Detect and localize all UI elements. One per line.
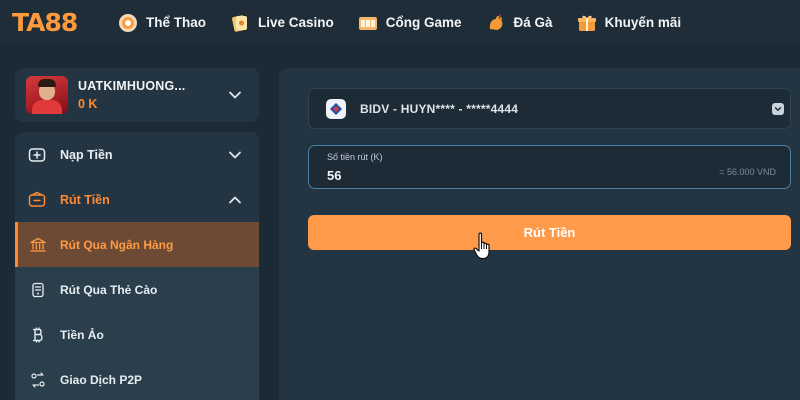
sidebar-item-label: Rút Qua Thẻ Cào xyxy=(60,282,158,297)
amount-input-value[interactable]: 56 xyxy=(327,168,341,183)
bidv-bank-logo-icon xyxy=(326,98,346,119)
sidebar-item-label: Rút Qua Ngân Hàng xyxy=(60,237,174,252)
nav-label: Khuyến mãi xyxy=(604,15,682,30)
top-navigation: TA 88 Thể Thao Live Casino Cổng Game Đá G… xyxy=(0,0,800,45)
chevron-down-icon xyxy=(229,151,241,158)
gift-icon xyxy=(577,15,596,31)
chevron-up-icon xyxy=(229,196,241,203)
user-info: UATKIMHUONG... 0 K xyxy=(78,79,228,111)
chevron-down-icon[interactable] xyxy=(228,88,242,102)
nav-item-sports[interactable]: Thể Thao xyxy=(118,13,206,33)
sidebar-item-p2p[interactable]: Giao Dịch P2P xyxy=(15,357,259,400)
sidebar-menu: Nạp Tiền Rút Tiền Rút Qua Ngân Hàng Rút … xyxy=(15,132,259,400)
sidebar-item-label: Tiền Ảo xyxy=(60,327,104,342)
logo-text: TA xyxy=(12,8,45,37)
sidebar-item-label: Giao Dịch P2P xyxy=(60,372,143,387)
nav-item-promotions[interactable]: Khuyến mãi xyxy=(577,13,682,33)
p2p-transfer-icon xyxy=(31,371,45,388)
cards-icon xyxy=(232,14,247,32)
withdraw-submenu: Rút Qua Ngân Hàng Rút Qua Thẻ Cào Tiền Ả… xyxy=(15,222,259,400)
sidebar-item-deposit[interactable]: Nạp Tiền xyxy=(15,132,259,177)
sidebar-item-bank-withdraw[interactable]: Rút Qua Ngân Hàng xyxy=(15,222,259,267)
sports-ball-icon xyxy=(119,13,137,32)
sidebar-item-crypto[interactable]: Tiền Ảo xyxy=(15,312,259,357)
nav-label: Đá Gà xyxy=(513,15,553,30)
withdraw-amount-field[interactable]: Số tiền rút (K) 56 = 56.000 VND xyxy=(308,145,791,189)
selected-bank-account: BIDV - HUYN**** - *****4444 xyxy=(360,101,519,116)
sidebar-item-label: Rút Tiền xyxy=(60,192,110,207)
nav-item-cockfight[interactable]: Đá Gà xyxy=(486,13,553,33)
amount-label: Số tiền rút (K) xyxy=(327,152,383,162)
user-card[interactable]: UATKIMHUONG... 0 K xyxy=(15,68,259,122)
withdraw-button[interactable]: Rút Tiền xyxy=(308,215,791,250)
logo-number: 88 xyxy=(44,8,78,37)
slot-machine-icon xyxy=(358,16,377,30)
nav-label: Cổng Game xyxy=(385,15,462,30)
nav-item-game-portal[interactable]: Cổng Game xyxy=(358,13,462,33)
wallet-icon xyxy=(28,191,46,207)
bitcoin-icon xyxy=(32,326,43,343)
sidebar-item-label: Nạp Tiền xyxy=(60,147,113,162)
nav-label: Live Casino xyxy=(258,15,334,30)
user-balance: 0 K xyxy=(78,97,98,111)
brand-logo[interactable]: TA 88 xyxy=(12,7,98,39)
nav-label: Thể Thao xyxy=(146,15,206,30)
withdraw-form-panel: BIDV - HUYN**** - *****4444 Số tiền rút … xyxy=(279,68,800,400)
amount-converted: = 56.000 VND xyxy=(719,167,776,177)
bank-icon xyxy=(30,237,46,252)
username: UATKIMHUONG... xyxy=(78,79,186,93)
main-nav: Thể Thao Live Casino Cổng Game Đá Gà Khu… xyxy=(118,13,705,33)
avatar xyxy=(26,76,68,114)
chevron-down-icon xyxy=(772,102,784,115)
bank-account-select[interactable]: BIDV - HUYN**** - *****4444 xyxy=(308,88,791,129)
hand-pointer-icon xyxy=(473,232,490,260)
sidebar-item-card-withdraw[interactable]: Rút Qua Thẻ Cào xyxy=(15,267,259,312)
nav-item-live-casino[interactable]: Live Casino xyxy=(230,13,334,33)
sidebar-item-withdraw[interactable]: Rút Tiền xyxy=(15,177,259,222)
scratch-card-icon xyxy=(32,282,44,297)
rooster-icon xyxy=(489,13,502,30)
wallet-plus-icon xyxy=(28,147,46,162)
